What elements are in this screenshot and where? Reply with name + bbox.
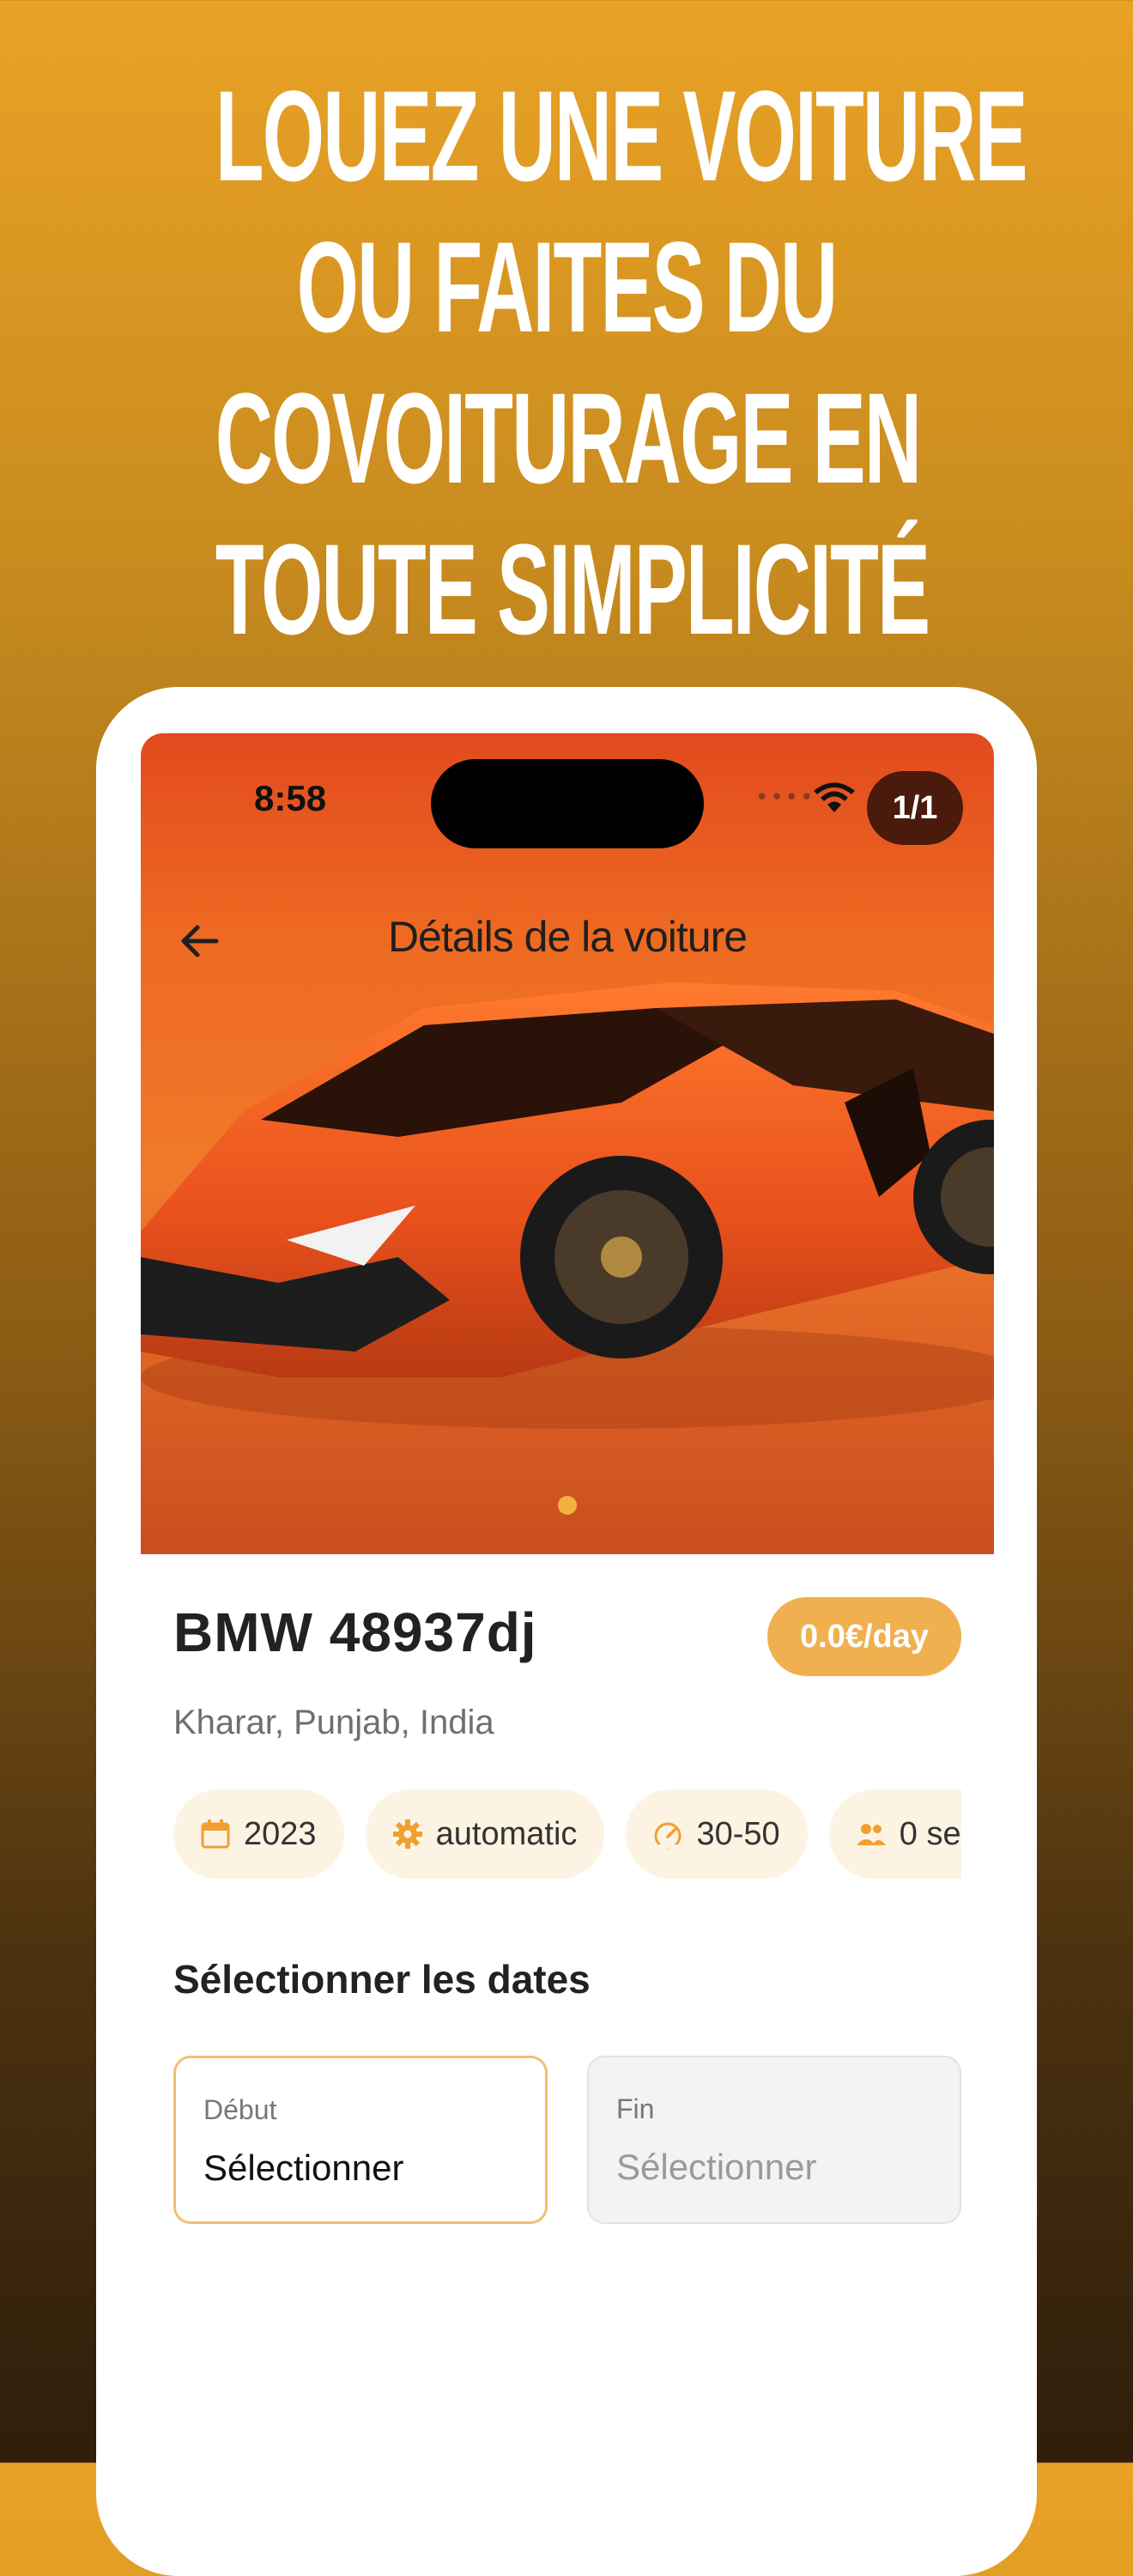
phone-frame: 8:58 •••• 1/1 Détails de la voiture BMW … — [96, 687, 1037, 2576]
app-screen: 8:58 •••• 1/1 Détails de la voiture BMW … — [141, 733, 994, 2537]
end-date-picker[interactable]: Fin Sélectionner — [587, 2056, 961, 2224]
spec-chip-label: 30-50 — [696, 1815, 780, 1852]
spec-chip-label: 0 seats — [899, 1815, 961, 1852]
headline-line-1: LOUEZ UNE VOITURE — [215, 64, 1028, 208]
spec-chip-seats[interactable]: 0 seats — [828, 1789, 961, 1879]
page-title: Détails de la voiture — [387, 913, 748, 961]
calendar-icon — [201, 1820, 230, 1849]
end-date-value: Sélectionner — [616, 2147, 817, 2187]
spec-chip-transmission[interactable]: automatic — [365, 1789, 605, 1879]
signal-icon: •••• — [755, 785, 815, 811]
speedometer-icon — [654, 1822, 682, 1850]
start-date-value: Sélectionner — [203, 2148, 404, 2188]
people-icon — [856, 1824, 886, 1845]
spec-chip-label: automatic — [435, 1815, 578, 1852]
promo-headline: LOUEZ UNE VOITURE OU FAITES DU COVOITURA… — [215, 60, 1028, 665]
headline-line-4: TOUTE SIMPLICITÉ — [215, 517, 930, 661]
end-date-label: Fin — [616, 2093, 655, 2124]
headline-line-2: OU FAITES DU — [296, 215, 839, 359]
spec-chip-label: 2023 — [244, 1815, 317, 1852]
spec-chips[interactable]: 2023 automatic 30-50 0 se — [173, 1789, 961, 1882]
select-dates-title: Sélectionner les dates — [173, 1957, 591, 2002]
dynamic-island — [431, 759, 704, 848]
start-date-picker[interactable]: Début Sélectionner — [173, 2056, 548, 2224]
car-location: Kharar, Punjab, India — [173, 1704, 494, 1741]
start-date-label: Début — [203, 2094, 277, 2125]
status-time: 8:58 — [254, 778, 327, 818]
car-name: BMW 48937dj — [173, 1601, 537, 1663]
wifi-icon — [814, 782, 855, 812]
car-image — [141, 982, 994, 1429]
gallery-page-indicator[interactable] — [558, 1496, 577, 1515]
gear-icon — [392, 1820, 422, 1849]
spec-chip-mileage[interactable]: 30-50 — [626, 1789, 808, 1879]
price-badge: 0.0€/day — [767, 1597, 961, 1676]
battery-indicator: 1/1 — [867, 771, 963, 845]
headline-line-3: COVOITURAGE EN — [215, 366, 922, 510]
spec-chip-year[interactable]: 2023 — [173, 1789, 344, 1879]
car-image-gallery[interactable]: 8:58 •••• 1/1 Détails de la voiture — [141, 733, 994, 1554]
